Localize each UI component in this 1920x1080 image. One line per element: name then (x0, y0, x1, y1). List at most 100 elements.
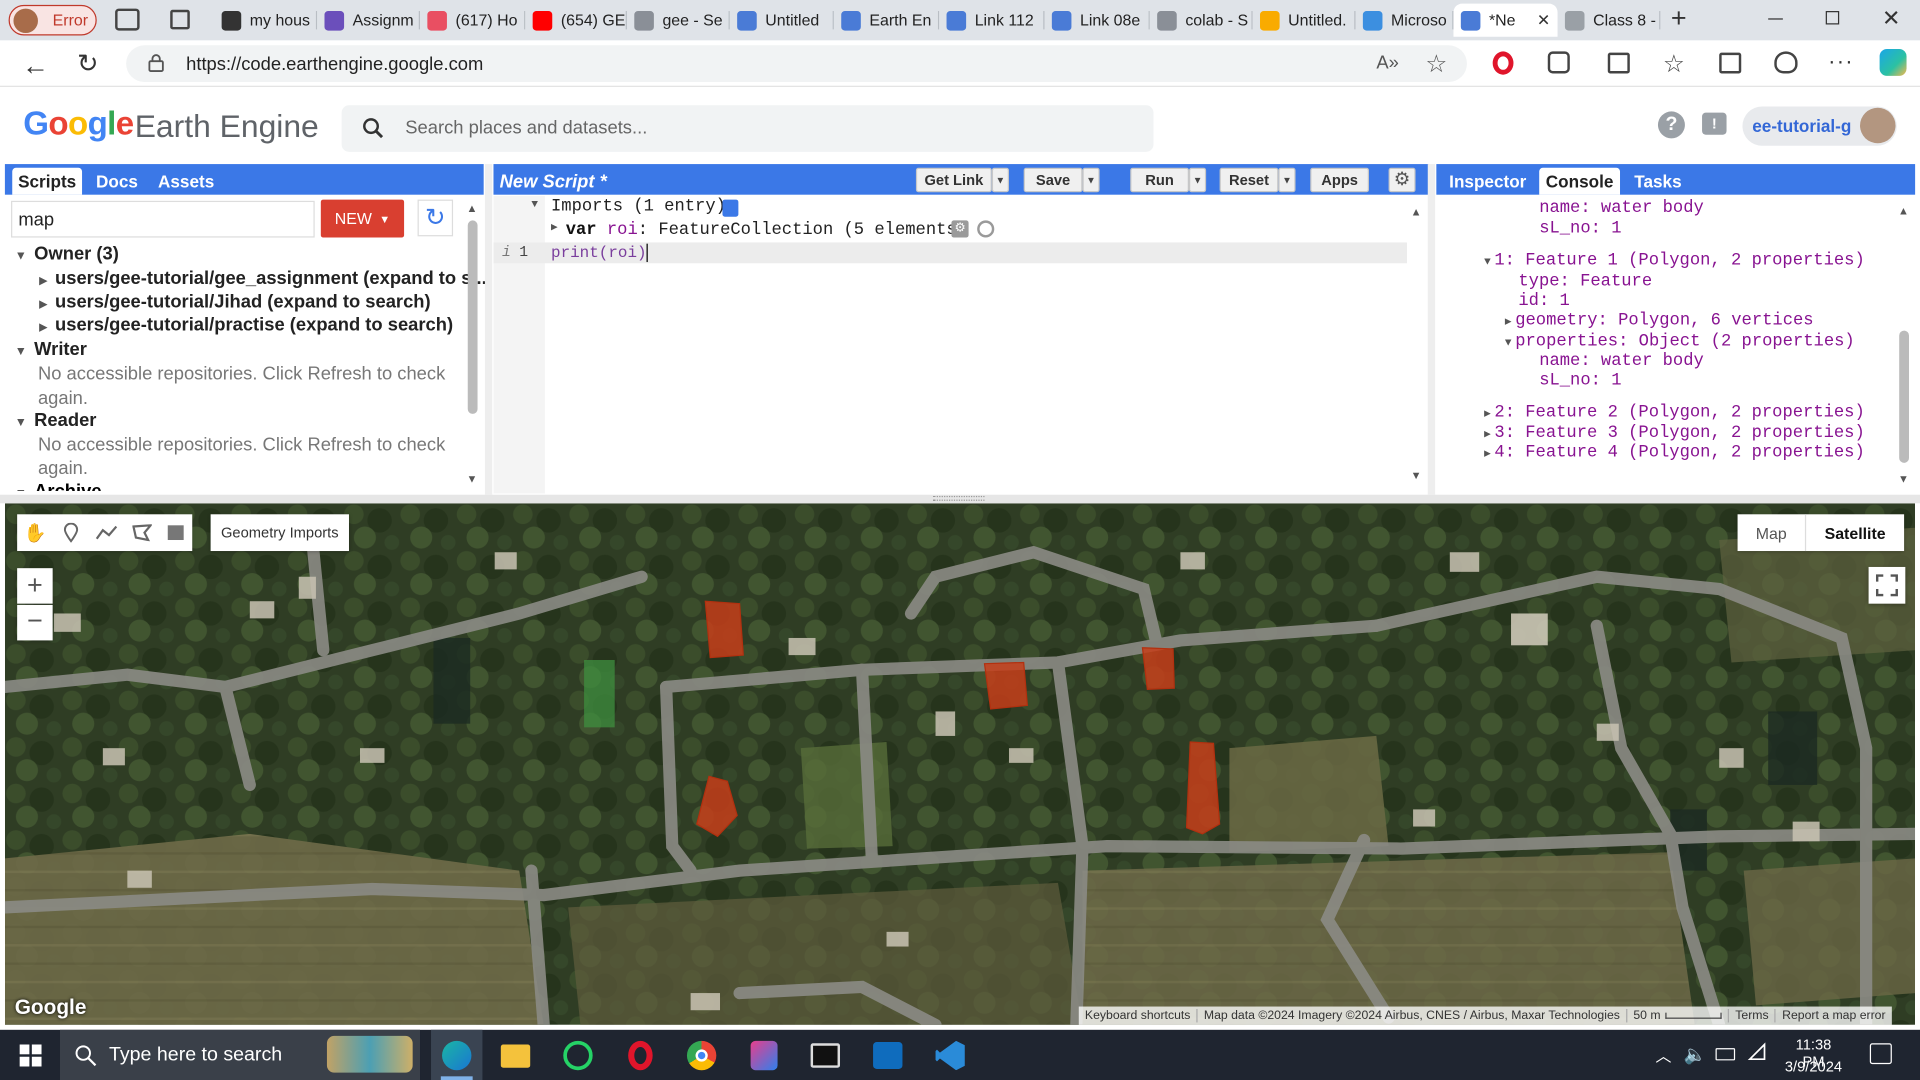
rectangle-draw-icon[interactable] (159, 514, 192, 551)
workspaces-icon[interactable] (115, 8, 140, 31)
map-type-satellite-button[interactable]: Satellite (1806, 514, 1904, 551)
tab-tasks[interactable]: Tasks (1630, 168, 1686, 195)
show-hidden-icons[interactable]: ︿ (1656, 1043, 1672, 1066)
help-icon[interactable]: ? (1657, 111, 1685, 139)
tree-writer[interactable]: ▼ Writer (15, 339, 87, 360)
browser-tab[interactable]: Earth En (834, 4, 940, 37)
editor-scroll-up-icon[interactable]: ▲ (1411, 206, 1422, 218)
console-scroll-up-icon[interactable]: ▲ (1898, 204, 1909, 216)
imports-label[interactable]: Imports (1 entry) (551, 197, 726, 217)
maximize-button[interactable] (1825, 11, 1840, 25)
satellite-imagery[interactable] (4, 503, 1916, 1025)
tree-reader[interactable]: ▼ Reader (15, 410, 97, 431)
favorite-star-icon[interactable]: ☆ (1425, 49, 1447, 80)
expand-caret-icon[interactable]: ▶ (551, 222, 558, 234)
tab-assets[interactable]: Assets (152, 168, 221, 195)
refresh-icon[interactable]: ↻ (77, 49, 99, 80)
settings-gear-icon[interactable]: ⚙ (1388, 167, 1416, 193)
run-dropdown[interactable]: ▼ (1188, 167, 1207, 193)
import-line[interactable]: var roi: FeatureCollection (5 elements) (566, 220, 967, 240)
copilot-icon[interactable] (1879, 48, 1907, 76)
import-locate-icon[interactable] (977, 220, 995, 238)
tree-item-jihad[interactable]: ▶ users/gee-tutorial/Jihad (expand to sea… (39, 291, 430, 312)
split-screen-icon[interactable] (1607, 52, 1630, 74)
volume-icon[interactable]: 🔈 (1684, 1043, 1707, 1065)
run-button[interactable]: Run (1130, 167, 1189, 193)
reset-button[interactable]: Reset (1219, 167, 1279, 193)
read-aloud-icon[interactable]: A» (1376, 53, 1398, 74)
collapse-caret-icon[interactable]: ▼ (531, 198, 538, 210)
taskbar-vscode-icon[interactable] (929, 1035, 971, 1077)
browser-tab[interactable]: Link 112 (939, 4, 1045, 37)
line-info-icon[interactable]: i (502, 244, 511, 261)
apps-button[interactable]: Apps (1310, 167, 1369, 193)
tree-owner[interactable]: ▼ Owner (3) (15, 244, 119, 265)
windows-start-icon[interactable] (10, 1035, 52, 1077)
browser-tab[interactable]: *Ne ✕ (1453, 3, 1558, 37)
taskbar-terminal-icon[interactable] (804, 1035, 846, 1077)
taskbar-opera-icon[interactable] (620, 1035, 662, 1077)
splitter-handle[interactable] (933, 495, 985, 501)
left-scrollbar[interactable] (467, 220, 478, 414)
code-line-1[interactable]: print(roi) (551, 244, 648, 263)
profile-button[interactable]: Error (8, 4, 97, 36)
close-window-button[interactable]: ✕ (1882, 6, 1902, 30)
save-dropdown[interactable]: ▼ (1082, 167, 1100, 193)
new-script-button[interactable]: NEW ▼ (320, 199, 405, 238)
account-avatar[interactable] (1860, 107, 1896, 144)
browser-tab[interactable]: Untitled (730, 4, 834, 37)
polygon-draw-icon[interactable] (124, 514, 160, 551)
taskbar-snipping-tool-icon[interactable] (743, 1035, 785, 1077)
zoom-out-button[interactable]: − (17, 604, 53, 641)
terms-link[interactable]: Terms (1729, 1008, 1776, 1023)
taskbar-whatsapp-icon[interactable] (557, 1035, 599, 1077)
scroll-down-icon[interactable]: ▼ (467, 473, 478, 485)
reset-dropdown[interactable]: ▼ (1278, 167, 1296, 193)
taskbar-outlook-icon[interactable] (867, 1035, 909, 1077)
refresh-scripts-icon[interactable]: ↻ (417, 199, 454, 237)
browser-tab[interactable]: (617) Ho (420, 4, 526, 37)
script-filter-input[interactable] (11, 200, 315, 238)
google-logo[interactable]: Google (23, 105, 134, 143)
console-f1-properties[interactable]: ▼ properties: Object (2 properties) (1505, 332, 1855, 352)
tab-inspector[interactable]: Inspector (1444, 168, 1532, 195)
collections-icon[interactable] (1719, 52, 1742, 74)
tree-item-practise[interactable]: ▶ users/gee-tutorial/practise (expand to … (39, 315, 453, 336)
browser-tab[interactable]: colab - S (1150, 4, 1253, 37)
browser-tab[interactable]: Link 08e (1044, 4, 1150, 37)
editor-scroll-down-icon[interactable]: ▼ (1411, 469, 1422, 481)
report-map-error-link[interactable]: Report a map error (1776, 1009, 1892, 1022)
minimize-button[interactable] (1768, 18, 1783, 20)
favorites-icon[interactable]: ☆ (1663, 49, 1685, 80)
wifi-icon[interactable] (1747, 1042, 1767, 1062)
notification-center-icon[interactable] (1869, 1043, 1892, 1065)
browser-tab[interactable]: Assignm (317, 4, 421, 37)
hand-pan-icon[interactable]: ✋ (17, 514, 53, 551)
tab-scripts[interactable]: Scripts (12, 167, 83, 195)
browser-tab[interactable]: Untitled. (1253, 4, 1356, 37)
battery-icon[interactable] (1715, 1048, 1736, 1061)
taskbar-chrome-icon[interactable] (681, 1035, 723, 1077)
tree-archive[interactable]: ▼ Archive (15, 481, 456, 491)
browser-tab[interactable]: my hous (214, 4, 318, 37)
console-feature-1[interactable]: ▼ 1: Feature 1 (Polygon, 2 properties) (1484, 251, 1865, 271)
scale-bar[interactable]: 50 m (1627, 1008, 1730, 1023)
panel-divider-left[interactable] (484, 164, 493, 495)
tab-console[interactable]: Console (1539, 167, 1621, 195)
taskbar-file-explorer-icon[interactable] (495, 1035, 537, 1077)
get-link-button[interactable]: Get Link (915, 167, 992, 193)
console-feature-4[interactable]: ▶ 4: Feature 4 (Polygon, 2 properties) (1484, 443, 1865, 463)
map-canvas[interactable] (4, 503, 1916, 1025)
map-type-map-button[interactable]: Map (1738, 514, 1807, 552)
console-f1-geometry[interactable]: ▶ geometry: Polygon, 6 vertices (1505, 311, 1814, 331)
point-marker-icon[interactable] (53, 514, 89, 551)
extensions-icon[interactable] (1547, 51, 1570, 74)
zoom-in-button[interactable]: + (17, 568, 53, 604)
taskbar-date[interactable]: 3/9/2024 (1783, 1058, 1844, 1075)
search-highlights-icon[interactable] (326, 1035, 413, 1073)
geometry-imports-button[interactable]: Geometry Imports (210, 514, 349, 552)
panel-divider-right[interactable] (1427, 164, 1436, 495)
taskbar-edge-icon[interactable] (431, 1029, 483, 1080)
console-feature-2[interactable]: ▶ 2: Feature 2 (Polygon, 2 properties) (1484, 403, 1865, 423)
tab-docs[interactable]: Docs (91, 168, 144, 195)
